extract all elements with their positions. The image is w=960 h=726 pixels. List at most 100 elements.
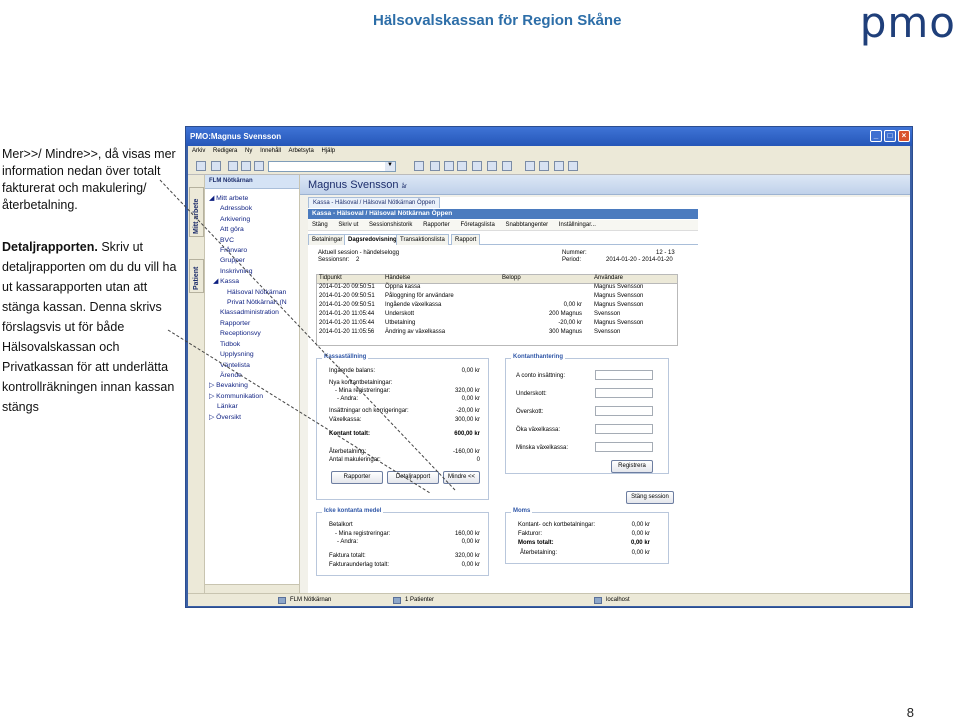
app-body: Mitt arbete Patient FLM Nötkärnan ◢ Mitt…	[188, 175, 910, 593]
kassa-menu-installningar[interactable]: Inställningar...	[559, 222, 596, 228]
kassa-menu-stang[interactable]: Stäng	[312, 222, 328, 228]
column-header[interactable]: Användare	[584, 275, 677, 283]
row-value: 0,00 kr	[631, 550, 650, 556]
menu-arkiv[interactable]: Arkiv	[192, 148, 205, 154]
host-icon	[594, 597, 602, 604]
mindre-button[interactable]: Mindre <<	[443, 471, 480, 484]
tree-item[interactable]: Ärende	[205, 371, 299, 381]
toolbar-icon[interactable]	[444, 161, 454, 171]
tab-mitt-arbete[interactable]: Mitt arbete	[189, 187, 204, 237]
tree-item[interactable]: Frånvaro	[205, 246, 299, 256]
menu-innehall[interactable]: Innehåll	[260, 148, 281, 154]
cell: Svensson	[594, 329, 621, 335]
row-label: Kontant totalt:	[329, 431, 370, 437]
minska-vaxelkassa-input[interactable]	[595, 442, 653, 452]
table-row[interactable]: 2014-01-20 09:50:51 Påloggning för använd…	[317, 293, 677, 302]
subtab-dagsredovisning[interactable]: Dagsredovisning	[344, 234, 401, 245]
toolbar-icon[interactable]	[254, 161, 264, 171]
toolbar-icon[interactable]	[430, 161, 440, 171]
tree-item[interactable]: Arkivering	[205, 215, 299, 225]
tree-item[interactable]: Hälsoval Nötkärnan	[205, 288, 299, 298]
tree-item[interactable]: Privat Nötkärnan (N	[205, 298, 299, 308]
menu-ny[interactable]: Ny	[245, 148, 252, 154]
tree-scrollbar[interactable]	[205, 584, 299, 593]
tree-item[interactable]: Adressbok	[205, 204, 299, 214]
tree-label: Översikt	[216, 413, 242, 421]
page-title: Hälsovalskassan för Region Skåne	[373, 12, 622, 29]
subtab-betalningar[interactable]: Betalningar	[308, 234, 347, 245]
tree-item[interactable]: Inskrivning	[205, 267, 299, 277]
table-row[interactable]: 2014-01-20 09:50:51 Ingående växelkassa 0,…	[317, 302, 677, 311]
subtab-rapport[interactable]: Rapport	[451, 234, 481, 245]
table-row[interactable]: 2014-01-20 11:05:44 Utbetalning -20,00 kr M…	[317, 320, 677, 329]
field-label: A conto insättning:	[516, 373, 566, 379]
chevron-down-icon[interactable]: ▼	[385, 162, 395, 171]
subtab-transaktionslista[interactable]: Transaktionslista	[396, 234, 449, 245]
toolbar-icon[interactable]	[568, 161, 578, 171]
toolbar-icon[interactable]	[414, 161, 424, 171]
rapporter-button[interactable]: Rapporter	[331, 471, 383, 484]
tree-item[interactable]: Att göra	[205, 225, 299, 235]
toolbar-icon[interactable]	[196, 161, 206, 171]
cell: Utbetalning	[385, 320, 416, 326]
detaljrapport-button[interactable]: Detaljrapport	[387, 471, 439, 484]
toolbar: ▼	[188, 158, 910, 175]
kassa-menu-sessionshistorik[interactable]: Sessionshistorik	[369, 222, 412, 228]
toolbar-icon[interactable]	[539, 161, 549, 171]
tree-item[interactable]: Receptionsvy	[205, 329, 299, 339]
menu-redigera[interactable]: Redigera	[213, 148, 237, 154]
oka-vaxelkassa-input[interactable]	[595, 424, 653, 434]
table-row[interactable]: 2014-01-20 11:05:44 Underskott 200 Magnus S…	[317, 311, 677, 320]
page-number: 8	[906, 705, 914, 720]
row-value: 0,00 kr	[461, 539, 480, 545]
tree-item[interactable]: Väntelista	[205, 361, 299, 371]
tree-item[interactable]: Upplysning	[205, 350, 299, 360]
tree-item[interactable]: Klassadministration	[205, 308, 299, 318]
toolbar-combo[interactable]: ▼	[268, 161, 396, 172]
registrera-button[interactable]: Registrera	[611, 460, 653, 473]
kassa-menu-foretagslista[interactable]: Företagslista	[460, 222, 494, 228]
kassa-menu-snabbtangenter[interactable]: Snabbtangenter	[505, 222, 548, 228]
menu-hjalp[interactable]: Hjälp	[321, 148, 335, 154]
a-conto-input[interactable]	[595, 370, 653, 380]
tree-item[interactable]: Tidbok	[205, 340, 299, 350]
tree-item[interactable]: ▷ Översikt	[205, 413, 299, 423]
tab-patient[interactable]: Patient	[189, 259, 204, 293]
tree-item[interactable]: Rapporter	[205, 319, 299, 329]
tree-item[interactable]: ◢ Mitt arbete	[205, 194, 299, 204]
overskott-input[interactable]	[595, 406, 653, 416]
tree-item[interactable]: ◢ Kassa	[205, 277, 299, 287]
cell	[500, 320, 540, 329]
stang-session-button[interactable]: Stäng session	[626, 491, 674, 504]
tree-item[interactable]: ▷ Kommunikation	[205, 392, 299, 402]
column-header[interactable]: Händelse	[383, 275, 500, 283]
table-row[interactable]: 2014-01-20 11:05:56 Ändring av växelkassa…	[317, 329, 677, 338]
column-header[interactable]	[540, 275, 584, 283]
column-header[interactable]: Tidpunkt	[317, 275, 383, 283]
toolbar-icon[interactable]	[211, 161, 221, 171]
document-tab[interactable]: Kassa - Hälsoval / Hälsoval Nötkärnan Öp…	[308, 197, 441, 208]
kassa-menu-rapporter[interactable]: Rapporter	[423, 222, 450, 228]
minimize-icon[interactable]: _	[870, 130, 882, 142]
maximize-icon[interactable]: □	[884, 130, 896, 142]
tree-item[interactable]: ▷ Bevakning	[205, 381, 299, 391]
toolbar-icon[interactable]	[228, 161, 238, 171]
toolbar-icon[interactable]	[525, 161, 535, 171]
menu-arbetsyta[interactable]: Arbetsyta	[288, 148, 313, 154]
kassa-menu-skriv-ut[interactable]: Skriv ut	[338, 222, 358, 228]
group-title: Icke kontanta medel	[322, 508, 384, 514]
tree-item[interactable]: Grupper	[205, 256, 299, 266]
toolbar-icon[interactable]	[487, 161, 497, 171]
table-row[interactable]: 2014-01-20 09:50:51 Öppna kassa Magnus Sve…	[317, 284, 677, 293]
toolbar-icon[interactable]	[472, 161, 482, 171]
tree-item[interactable]: BVC	[205, 236, 299, 246]
close-icon[interactable]: ×	[898, 130, 910, 142]
toolbar-icon[interactable]	[502, 161, 512, 171]
underskott-input[interactable]	[595, 388, 653, 398]
toolbar-icon[interactable]	[241, 161, 251, 171]
dagsredovisning-panel: Aktuell session - händelselogg Sessionsn…	[308, 246, 698, 576]
column-header[interactable]: Belopp	[500, 275, 540, 283]
toolbar-icon[interactable]	[457, 161, 467, 171]
toolbar-icon[interactable]	[554, 161, 564, 171]
tree-item[interactable]: Länkar	[205, 402, 299, 412]
